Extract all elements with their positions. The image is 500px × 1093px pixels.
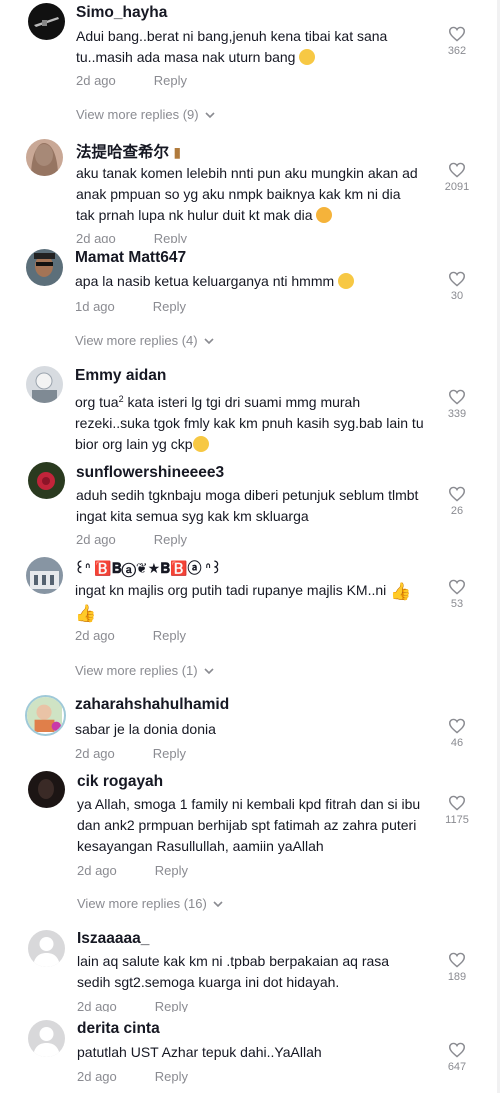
reply-button[interactable]: Reply bbox=[153, 628, 186, 643]
like-count: 339 bbox=[447, 408, 467, 420]
view-more-replies[interactable]: View more replies (1) bbox=[75, 663, 214, 678]
like-button[interactable]: 1175 bbox=[441, 795, 473, 826]
avatar[interactable] bbox=[26, 557, 63, 594]
heart-icon bbox=[448, 952, 466, 968]
heart-icon bbox=[448, 579, 466, 595]
like-count: 362 bbox=[447, 45, 467, 57]
comment-username[interactable]: Emmy aidan bbox=[75, 367, 166, 385]
comment-text: org tua2 kata isteri lg tgi dri suami mm… bbox=[75, 394, 424, 452]
like-count: 647 bbox=[447, 1061, 467, 1073]
heart-icon bbox=[448, 795, 466, 811]
comment-username[interactable]: derita cinta bbox=[77, 1020, 160, 1038]
like-button[interactable]: 26 bbox=[441, 486, 473, 517]
heart-icon bbox=[448, 162, 466, 178]
heart-icon bbox=[448, 389, 466, 405]
comment-age: 2d ago bbox=[77, 863, 117, 878]
comment-text: apa la nasib ketua keluarganya nti hmmm bbox=[75, 271, 425, 292]
heart-icon bbox=[448, 1042, 466, 1058]
like-count: 46 bbox=[450, 737, 464, 749]
tears-of-joy-icon bbox=[192, 436, 209, 452]
comment-text: Adui bang..berat ni bang,jenuh kena tiba… bbox=[76, 28, 388, 65]
comment-text: aku tanak komen lelebih nnti pun aku mun… bbox=[76, 165, 418, 223]
divider bbox=[0, 243, 500, 247]
comment-username[interactable]: Mamat Matt647 bbox=[75, 249, 186, 267]
comment-text: lain aq salute kak km ni .tpbab berpakai… bbox=[77, 953, 390, 990]
comment-age: 2d ago bbox=[77, 1069, 117, 1084]
like-button[interactable]: 30 bbox=[441, 271, 473, 302]
comment-meta: 2d ago Reply bbox=[75, 628, 186, 643]
view-more-replies[interactable]: View more replies (16) bbox=[77, 896, 223, 911]
comment-age: 2d ago bbox=[76, 532, 116, 547]
chevron-down-icon bbox=[204, 668, 214, 675]
reply-button[interactable]: Reply bbox=[155, 863, 188, 878]
avatar[interactable] bbox=[28, 1020, 65, 1057]
comment-meta: 2d ago Reply bbox=[75, 746, 186, 761]
heart-icon bbox=[448, 271, 466, 287]
reply-button[interactable]: Reply bbox=[154, 73, 187, 88]
comment-text: patutlah UST Azhar tepuk dahi..YaAllah bbox=[77, 1044, 322, 1060]
avatar[interactable] bbox=[26, 249, 63, 286]
sad-face-icon bbox=[338, 273, 355, 289]
comment-meta: 2d ago Reply bbox=[76, 73, 187, 88]
thumbs-up-icon: 👍 bbox=[75, 604, 97, 623]
heart-icon bbox=[448, 26, 466, 42]
avatar[interactable] bbox=[28, 3, 65, 40]
comment-age: 2d ago bbox=[75, 628, 115, 643]
comment-text: ya Allah, smoga 1 family ni kembali kpd … bbox=[77, 796, 421, 854]
comment-username[interactable]: Simo_hayha bbox=[76, 4, 167, 22]
comment-username[interactable]: 法提哈查希尔 ▮ bbox=[76, 140, 181, 162]
view-more-replies[interactable]: View more replies (4) bbox=[75, 333, 214, 348]
like-button[interactable]: 46 bbox=[441, 718, 473, 749]
comment-username[interactable]: cik rogayah bbox=[77, 773, 163, 791]
reply-button[interactable]: Reply bbox=[153, 746, 186, 761]
heart-icon bbox=[448, 718, 466, 734]
avatar[interactable] bbox=[25, 695, 66, 736]
smiling-face-with-hearts-icon bbox=[316, 207, 333, 223]
comment-age: 1d ago bbox=[75, 299, 115, 314]
comment-text: aduh sedih tgknbaju moga diberi petunjuk… bbox=[76, 487, 419, 524]
comment-meta: 2d ago Reply bbox=[77, 863, 188, 878]
like-count: 26 bbox=[450, 505, 464, 517]
like-button[interactable]: 53 bbox=[441, 579, 473, 610]
comment-text: sabar je la donia donia bbox=[75, 721, 216, 737]
reply-button[interactable]: Reply bbox=[154, 532, 187, 547]
like-count: 189 bbox=[447, 971, 467, 983]
divider bbox=[0, 1012, 500, 1016]
like-count: 30 bbox=[450, 290, 464, 302]
comment-age: 2d ago bbox=[75, 746, 115, 761]
like-count: 53 bbox=[450, 598, 464, 610]
like-count: 1175 bbox=[445, 814, 469, 826]
comment-meta: 2d ago Reply bbox=[77, 1069, 188, 1084]
avatar[interactable] bbox=[28, 771, 65, 808]
chevron-down-icon bbox=[205, 112, 215, 119]
bubble-tea-icon: ▮ bbox=[173, 144, 182, 160]
reply-button[interactable]: Reply bbox=[155, 1069, 188, 1084]
comment-age: 2d ago bbox=[76, 73, 116, 88]
avatar[interactable] bbox=[26, 139, 63, 176]
comment-username[interactable]: zaharahshahulhamid bbox=[75, 696, 229, 714]
comment-username[interactable]: sunflowershineeee3 bbox=[76, 464, 224, 482]
chevron-down-icon bbox=[213, 901, 223, 908]
pleading-face-icon bbox=[299, 49, 316, 65]
like-button[interactable]: 2091 bbox=[441, 162, 473, 193]
reply-button[interactable]: Reply bbox=[153, 299, 186, 314]
comment-username[interactable]: Iszaaaaa_ bbox=[77, 930, 149, 948]
like-count: 2091 bbox=[444, 181, 470, 193]
heart-icon bbox=[448, 486, 466, 502]
chevron-down-icon bbox=[204, 338, 214, 345]
like-button[interactable]: 189 bbox=[441, 952, 473, 983]
like-button[interactable]: 339 bbox=[441, 389, 473, 420]
like-button[interactable]: 647 bbox=[441, 1042, 473, 1073]
thumbs-up-icon: 👍 bbox=[390, 582, 412, 601]
avatar[interactable] bbox=[28, 462, 65, 499]
comment-username[interactable]: ꒰ᐢ 🅱️𝐁ⓐ❦★𝐁🅱️ⓐ ᐢ꒱ bbox=[74, 558, 222, 578]
view-more-replies[interactable]: View more replies (9) bbox=[76, 107, 215, 122]
comment-meta: 1d ago Reply bbox=[75, 299, 186, 314]
comment-text: ingat kn majlis org putih tadi rupanye m… bbox=[75, 582, 412, 623]
avatar[interactable] bbox=[28, 930, 65, 967]
avatar[interactable] bbox=[26, 366, 63, 403]
like-button[interactable]: 362 bbox=[441, 26, 473, 57]
comment-meta: 2d ago Reply bbox=[76, 532, 187, 547]
